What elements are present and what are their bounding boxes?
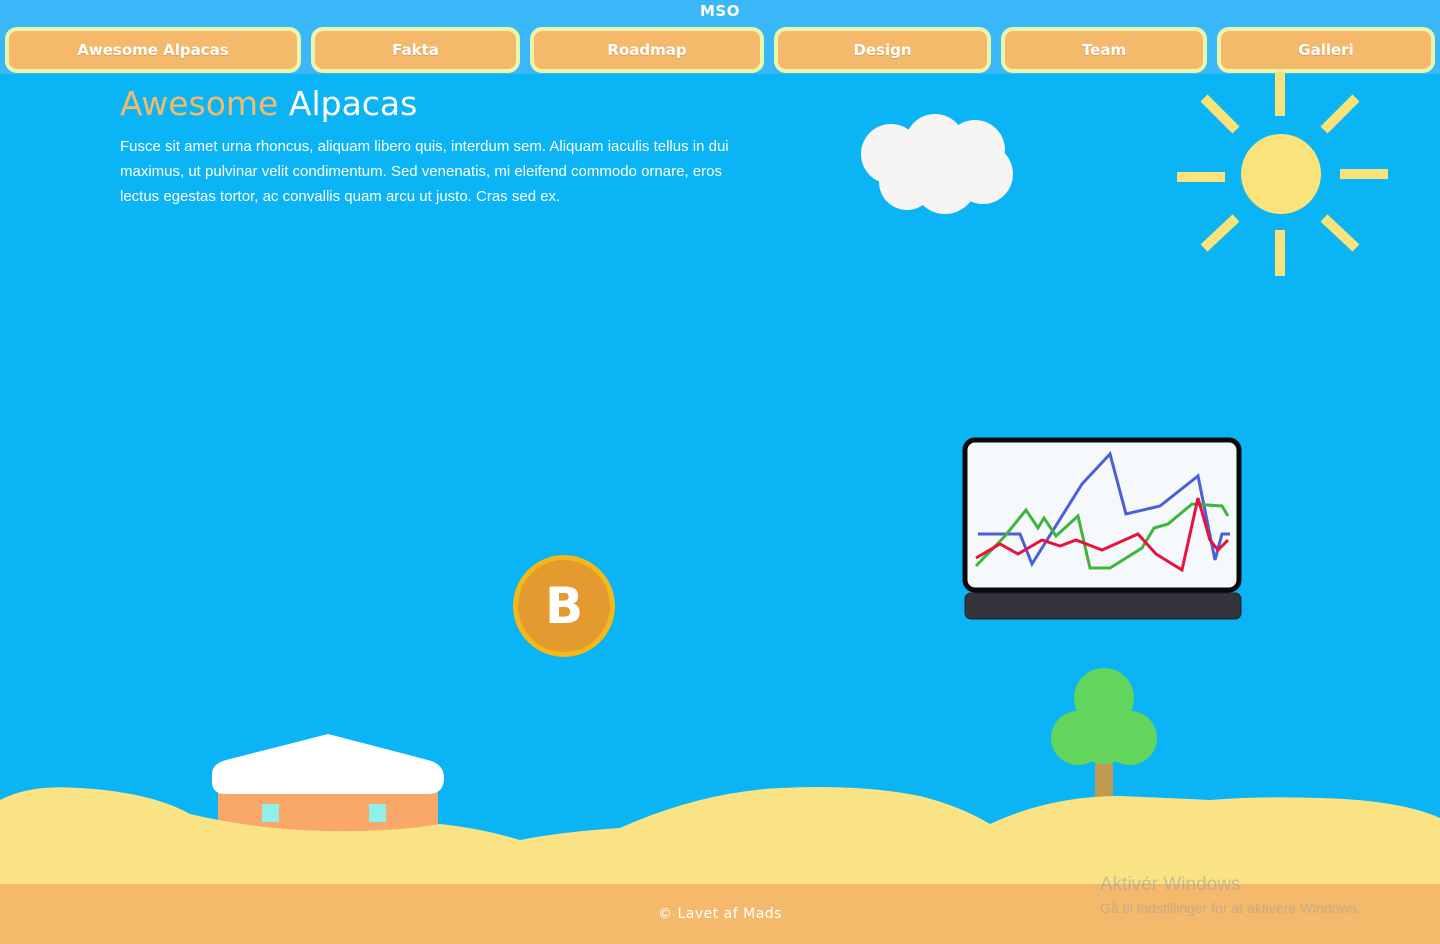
windows-activation-title: Aktivér Windows (1100, 874, 1241, 895)
nav-button-galleri[interactable]: Galleri (1217, 27, 1435, 73)
footer-credit: © Lavet af Mads (658, 906, 782, 922)
nav-button-team[interactable]: Team (1001, 27, 1207, 73)
top-header: MSO Awesome Alpacas Fakta Roadmap Design… (0, 0, 1440, 74)
laptop-chart-illustration (962, 437, 1242, 620)
nav-button-design[interactable]: Design (774, 27, 991, 73)
page-title-accent: Awesome (120, 84, 279, 123)
intro-paragraph: Fusce sit amet urna rhoncus, aliquam lib… (120, 138, 729, 205)
nav-button-fakta[interactable]: Fakta (311, 27, 520, 73)
page-title-rest: Alpacas (288, 84, 418, 123)
sun-illustration (1177, 72, 1388, 276)
nav-button-awesome-alpacas[interactable]: Awesome Alpacas (5, 27, 301, 73)
cloud-illustration (861, 114, 1013, 214)
windows-activation-subtitle: Gå til Indstillinger for at aktivere Win… (1100, 900, 1361, 916)
page-title: Awesome Alpacas (120, 84, 417, 123)
coin-illustration: B (513, 555, 615, 657)
sand-dunes (0, 787, 1440, 890)
coin-letter: B (544, 577, 584, 635)
site-brand: MSO (700, 2, 740, 20)
nav-button-roadmap[interactable]: Roadmap (530, 27, 764, 73)
